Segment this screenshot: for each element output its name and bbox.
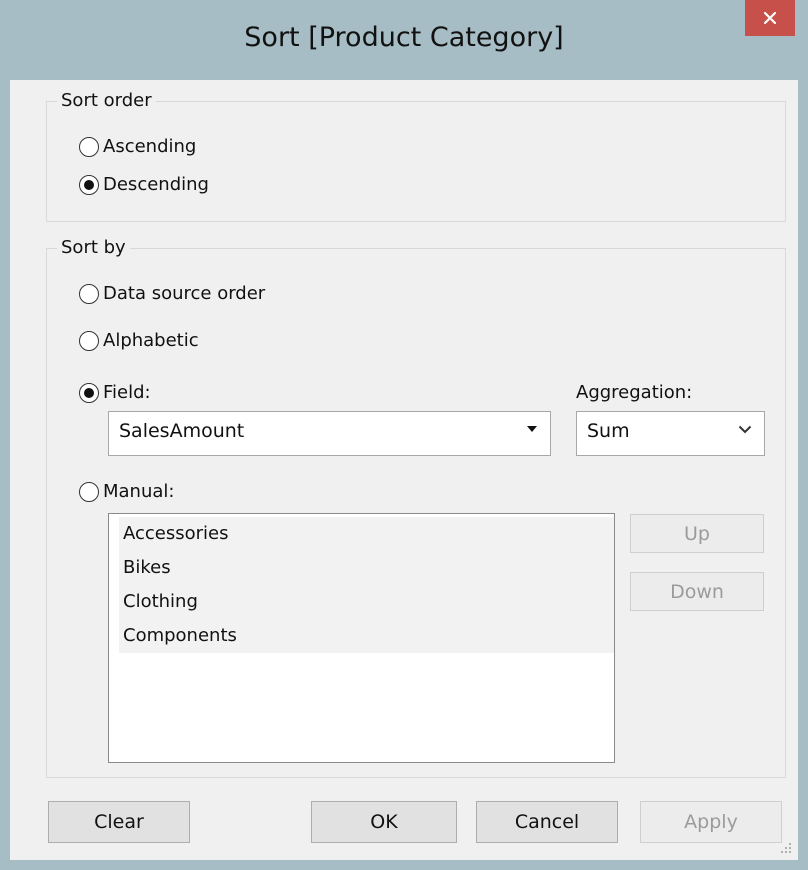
radio-data-source-order-circle[interactable] [79,283,99,304]
down-button[interactable]: Down [630,572,764,611]
ok-button[interactable]: OK [311,801,457,843]
field-dropdown[interactable]: SalesAmount [108,411,551,456]
title-bar[interactable]: Sort [Product Category] [0,0,808,80]
close-icon [763,11,777,25]
list-item[interactable]: Accessories [119,517,614,551]
radio-ascending[interactable]: Ascending [79,136,196,157]
radio-field-label: Field: [103,382,151,403]
list-item[interactable]: Components [119,619,614,653]
dropdown-arrow-icon [527,426,537,432]
up-button[interactable]: Up [630,514,764,553]
radio-manual[interactable]: Manual: [79,481,174,502]
cancel-button[interactable]: Cancel [476,801,618,843]
field-dropdown-value: SalesAmount [119,420,245,442]
dialog-title: Sort [Product Category] [244,22,564,53]
radio-selected-dot [84,387,94,398]
close-button[interactable] [745,0,795,36]
list-item[interactable]: Clothing [119,585,614,619]
sort-by-group: Sort by Data source order Alphabetic Fie… [46,237,786,778]
manual-order-list[interactable]: Accessories Bikes Clothing Components [108,513,615,763]
sort-by-legend: Sort by [57,237,130,258]
radio-descending-label: Descending [103,174,209,195]
radio-manual-label: Manual: [103,481,175,502]
aggregation-label: Aggregation: [576,382,693,403]
radio-data-source-order[interactable]: Data source order [79,283,265,304]
radio-descending[interactable]: Descending [79,174,209,195]
radio-ascending-label: Ascending [103,136,197,157]
radio-alphabetic-label: Alphabetic [103,330,199,351]
radio-data-source-order-label: Data source order [103,283,266,304]
resize-grip-icon[interactable] [780,842,792,854]
sort-order-legend: Sort order [57,90,156,111]
radio-alphabetic-circle[interactable] [79,330,99,351]
clear-button[interactable]: Clear [48,801,190,843]
radio-selected-dot [84,179,94,190]
radio-manual-circle[interactable] [79,481,99,502]
radio-alphabetic[interactable]: Alphabetic [79,330,199,351]
apply-button[interactable]: Apply [640,801,782,843]
aggregation-dropdown[interactable]: Sum [576,411,765,456]
chevron-down-icon [738,425,752,434]
aggregation-dropdown-value: Sum [587,420,630,442]
sort-order-group: Sort order Ascending Descending [46,90,786,222]
list-item[interactable]: Bikes [119,551,614,585]
radio-field[interactable]: Field: [79,382,151,403]
sort-dialog-window: Sort [Product Category] Sort order Ascen… [0,0,808,870]
radio-descending-circle[interactable] [79,174,99,195]
dialog-client-area: Sort order Ascending Descending Sort by … [10,80,798,860]
radio-ascending-circle[interactable] [79,136,99,157]
radio-field-circle[interactable] [79,382,99,403]
